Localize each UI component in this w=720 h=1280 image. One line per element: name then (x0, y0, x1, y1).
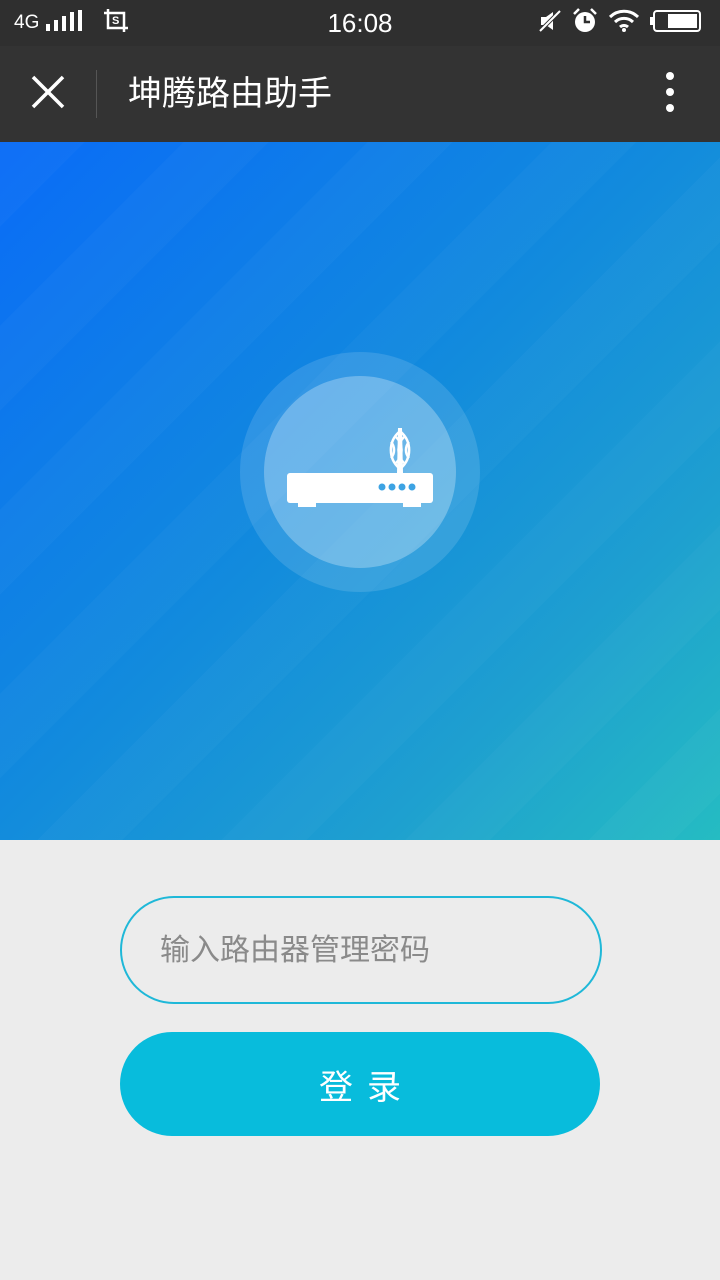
mute-icon (538, 9, 562, 37)
wifi-icon (608, 9, 640, 37)
more-vertical-icon (664, 71, 676, 117)
status-right (538, 0, 702, 46)
router-badge-inner (264, 376, 456, 568)
close-icon (30, 74, 66, 114)
login-button[interactable]: 登录 (120, 1032, 600, 1136)
nav-divider (96, 70, 97, 118)
page-title: 坤腾路由助手 (128, 74, 332, 114)
nav-bar: 坤腾路由助手 (0, 46, 720, 142)
router-icon (264, 376, 456, 572)
more-button[interactable] (642, 64, 698, 124)
hero-banner (0, 142, 720, 840)
alarm-icon (572, 8, 598, 38)
router-badge-outer (240, 352, 480, 592)
password-input[interactable] (120, 896, 602, 1004)
battery-icon (650, 9, 702, 37)
status-bar: 4G S 16:08 (0, 0, 720, 46)
login-form: 登录 (0, 840, 720, 1280)
close-button[interactable] (18, 64, 78, 124)
